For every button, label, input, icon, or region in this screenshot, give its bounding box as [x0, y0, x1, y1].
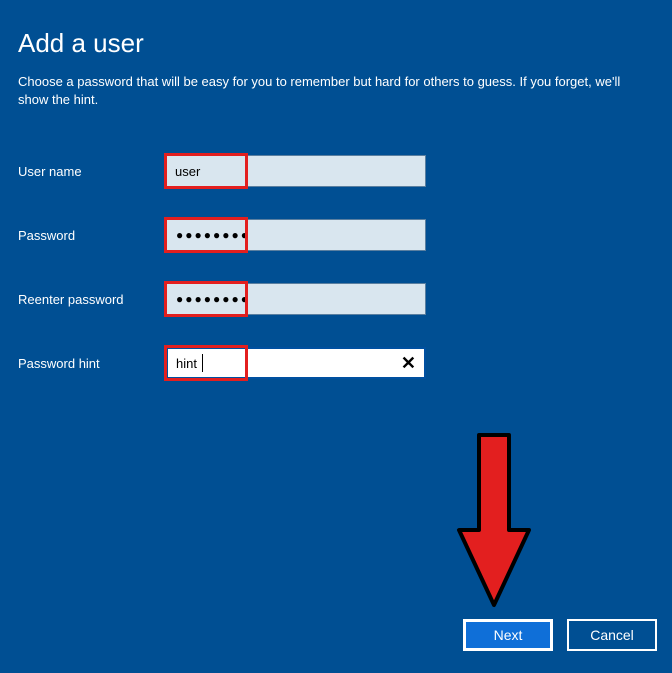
row-password: Password ●●●●●●●● [18, 219, 654, 251]
password-label: Password [18, 228, 166, 243]
username-input[interactable] [166, 155, 426, 187]
password-input[interactable] [166, 219, 426, 251]
next-button[interactable]: Next [463, 619, 553, 651]
reenter-password-input[interactable] [166, 283, 426, 315]
button-bar: Next Cancel [463, 619, 657, 651]
password-hint-input[interactable] [166, 347, 426, 379]
username-label: User name [18, 164, 166, 179]
text-caret [202, 354, 203, 372]
row-password-hint: Password hint ✕ [18, 347, 654, 379]
cancel-button[interactable]: Cancel [567, 619, 657, 651]
clear-icon[interactable]: ✕ [397, 352, 420, 374]
reenter-password-label: Reenter password [18, 292, 166, 307]
page-subtitle: Choose a password that will be easy for … [18, 73, 648, 109]
page-title: Add a user [18, 28, 654, 59]
password-hint-label: Password hint [18, 356, 166, 371]
arrow-annotation [454, 430, 534, 620]
row-username: User name [18, 155, 654, 187]
row-reenter-password: Reenter password ●●●●●●●● [18, 283, 654, 315]
